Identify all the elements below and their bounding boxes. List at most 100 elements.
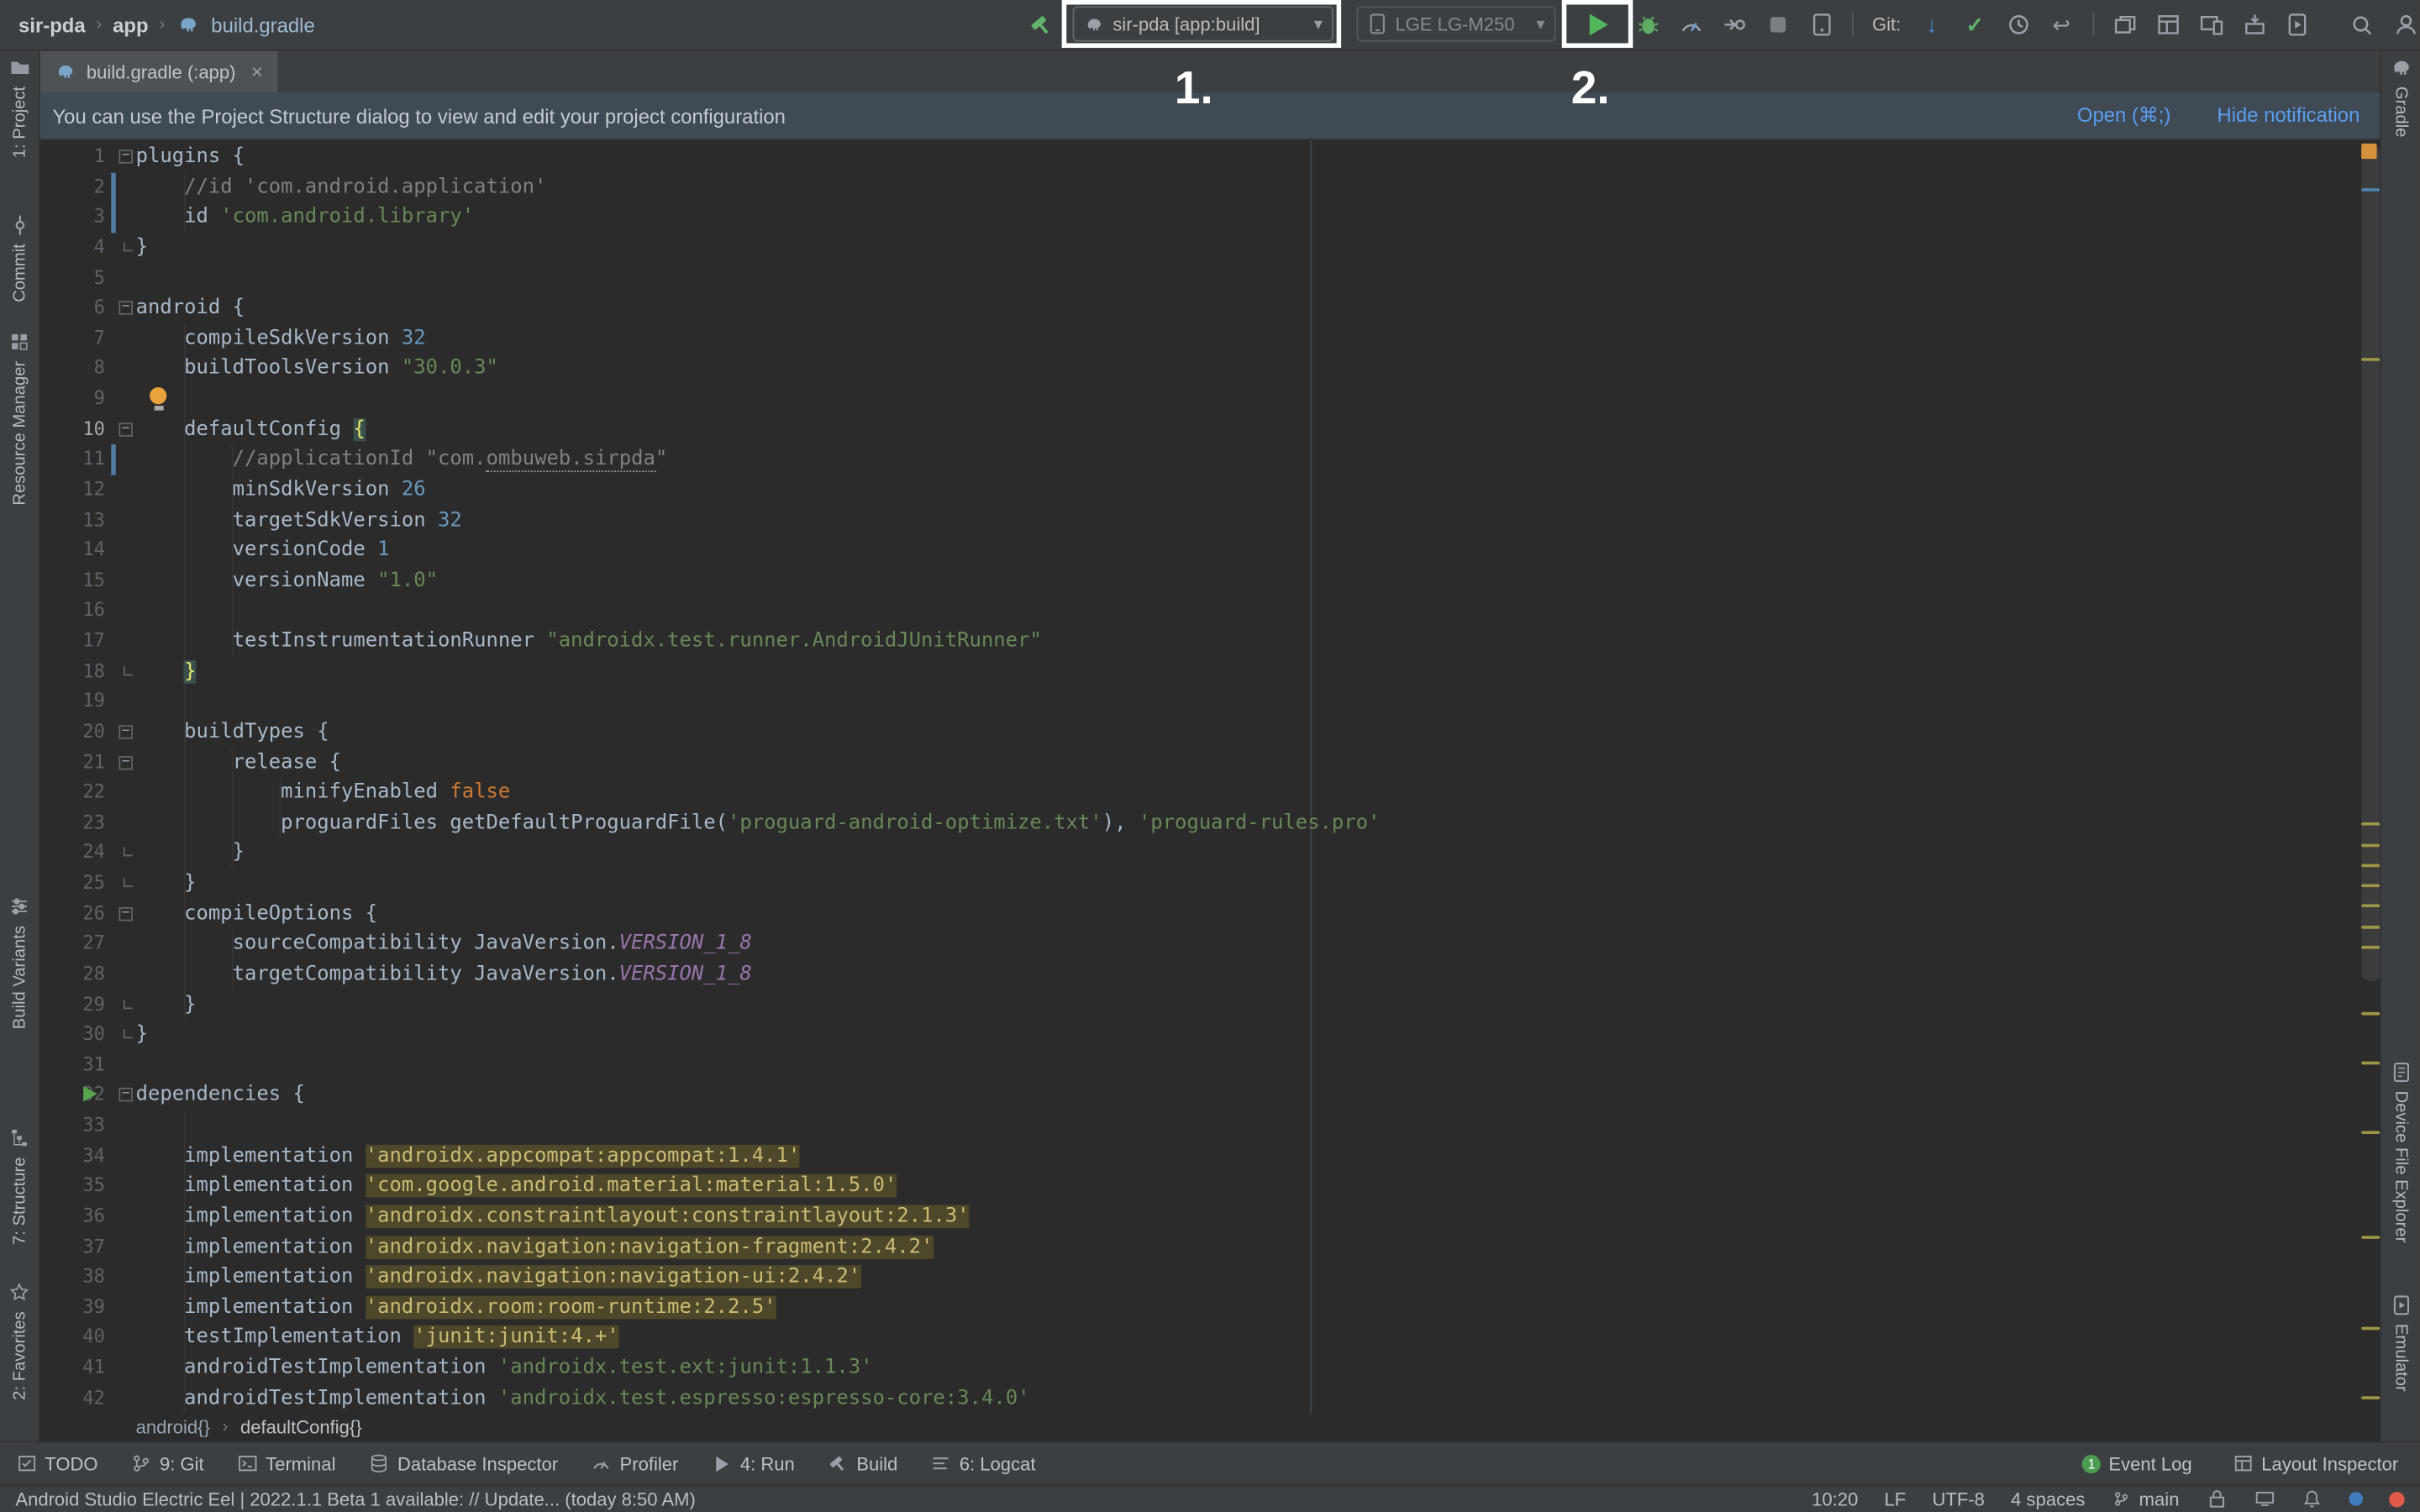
toolwindow-button-terminal[interactable]: Terminal [236,1452,335,1474]
code-line[interactable]: 8 buildToolsVersion "30.0.3" [39,354,2360,384]
git-branch-widget[interactable]: main [2112,1488,2179,1509]
stop-icon[interactable] [1765,13,1790,37]
toolwindow-button-profiler[interactable]: Profiler [591,1452,678,1474]
line-separator[interactable]: LF [1885,1488,1907,1510]
code-line[interactable]: 40 testImplementation 'junit:junit:4.+' [39,1323,2360,1353]
line-number[interactable]: 42 [39,1383,105,1414]
breadcrumb-module[interactable]: app [113,13,148,37]
notification-bell-icon[interactable] [2302,1488,2323,1510]
tool-stripe-commit[interactable]: Commit [0,213,39,302]
code-line[interactable]: 4} [39,233,2360,263]
fold-marker[interactable] [123,999,133,1009]
code-line[interactable]: 30} [39,1020,2360,1050]
update-notification-badge[interactable] [2389,1491,2405,1507]
code-line[interactable]: 18 } [39,657,2360,687]
line-number[interactable]: 11 [39,444,105,475]
code-line[interactable]: 35 implementation 'com.google.android.ma… [39,1172,2360,1202]
breadcrumb-android[interactable]: android{} [136,1416,210,1438]
code-line[interactable]: 11 //applicationId "com.ombuweb.sirpda" [39,444,2360,475]
stripe-mark[interactable] [2361,1326,2381,1331]
breadcrumb-project[interactable]: sir-pda [18,13,86,37]
code-line[interactable]: 21− release { [39,748,2360,778]
code-line[interactable]: 9 [39,384,2360,414]
code-line[interactable]: 12 minSdkVersion 26 [39,475,2360,505]
stripe-mark[interactable] [2361,843,2381,848]
line-number[interactable]: 37 [39,1232,105,1263]
avatar-icon[interactable] [2393,13,2417,37]
code-line[interactable]: 22 minifyEnabled false [39,778,2360,808]
line-number[interactable]: 5 [39,263,105,293]
code-line[interactable]: 34 implementation 'androidx.appcompat:ap… [39,1141,2360,1171]
gutter-run-icon[interactable] [83,1086,97,1102]
line-number[interactable]: 18 [39,657,105,687]
fold-marker[interactable]: − [118,422,133,437]
layout-inspector-button[interactable]: Layout Inspector [2232,1452,2398,1474]
event-log-button[interactable]: 1 Event Log [2082,1452,2192,1474]
line-number[interactable]: 33 [39,1110,105,1141]
line-number[interactable]: 25 [39,869,105,899]
tool-stripe-structure[interactable]: 7: Structure [0,1126,39,1245]
device-manager-icon[interactable] [1809,13,1833,37]
code-line[interactable]: 7 compileSdkVersion 32 [39,323,2360,354]
line-number[interactable]: 8 [39,354,105,384]
stripe-mark[interactable] [2361,926,2381,929]
toolwindow-button-git[interactable]: 9: Git [130,1452,204,1474]
tool-stripe-favorites[interactable]: 2: Favorites [0,1280,39,1400]
hide-notification-link[interactable]: Hide notification [2217,103,2360,128]
code-line[interactable]: 32− dependencies { [39,1080,2360,1110]
layout-inspector-icon[interactable] [2155,13,2180,37]
line-number[interactable]: 7 [39,323,105,354]
code-line[interactable]: 36 implementation 'androidx.constraintla… [39,1202,2360,1232]
line-number[interactable]: 6 [39,293,105,323]
tool-stripe-build-variants[interactable]: Build Variants [0,895,39,1029]
stripe-mark[interactable] [2361,904,2381,907]
line-number[interactable]: 10 [39,414,105,444]
open-project-structure-link[interactable]: Open (⌘;) [2077,103,2170,128]
lock-icon[interactable] [2206,1488,2228,1510]
code-line[interactable]: 31 [39,1050,2360,1080]
fold-marker[interactable] [123,1029,133,1039]
breadcrumb-file[interactable]: build.gradle [211,13,314,37]
code-line[interactable]: 24 } [39,838,2360,869]
code-line[interactable]: 17 testInstrumentationRunner "androidx.t… [39,627,2360,657]
tool-stripe-gradle[interactable]: Gradle [2381,55,2420,138]
run-configuration-select[interactable]: sir-pda [app:build] ▾ [1072,6,1334,42]
fold-marker[interactable] [123,242,133,252]
line-number[interactable]: 38 [39,1263,105,1293]
line-number[interactable]: 17 [39,627,105,657]
line-number[interactable]: 26 [39,899,105,929]
fold-marker[interactable]: − [118,1088,133,1103]
line-number[interactable]: 24 [39,838,105,869]
stripe-mark[interactable] [2361,945,2381,949]
line-number[interactable]: 36 [39,1202,105,1232]
line-number[interactable]: 31 [39,1050,105,1080]
code-editor[interactable]: 1− plugins {2 //id 'com.android.applicati… [38,140,2382,1414]
toolwindow-button-database-inspector[interactable]: Database Inspector [368,1452,558,1474]
fold-marker[interactable] [123,878,133,888]
line-number[interactable]: 40 [39,1323,105,1353]
stripe-mark[interactable] [2361,188,2381,192]
code-line[interactable]: 19 [39,687,2360,717]
close-icon[interactable]: × [251,60,263,84]
line-number[interactable]: 35 [39,1172,105,1202]
sdk-manager-icon[interactable] [2242,13,2266,37]
line-number[interactable]: 1 [39,142,105,172]
line-number[interactable]: 3 [39,202,105,233]
code-line[interactable]: 15 versionName "1.0" [39,566,2360,596]
code-line[interactable]: 38 implementation 'androidx.navigation:n… [39,1263,2360,1293]
status-message[interactable]: Android Studio Electric Eel | 2022.1.1 B… [15,1488,695,1510]
code-line[interactable]: 5 [39,263,2360,293]
line-number[interactable]: 15 [39,566,105,596]
breadcrumb-defaultconfig[interactable]: defaultConfig{} [240,1416,362,1438]
code-line[interactable]: 16 [39,596,2360,627]
tool-stripe-project[interactable]: 1: Project [0,55,39,158]
emulator-icon[interactable] [2286,13,2310,37]
build-hammer-icon[interactable] [1028,13,1052,37]
code-line[interactable]: 41 androidTestImplementation 'androidx.t… [39,1353,2360,1383]
debug-bug-icon[interactable] [1636,13,1660,37]
code-line[interactable]: 25 } [39,869,2360,899]
device-select[interactable]: LGE LG-M250 ▾ [1356,6,1556,42]
code-line[interactable]: 29 } [39,990,2360,1020]
indent-setting[interactable]: 4 spaces [2011,1488,2085,1510]
code-line[interactable]: 26− compileOptions { [39,899,2360,929]
